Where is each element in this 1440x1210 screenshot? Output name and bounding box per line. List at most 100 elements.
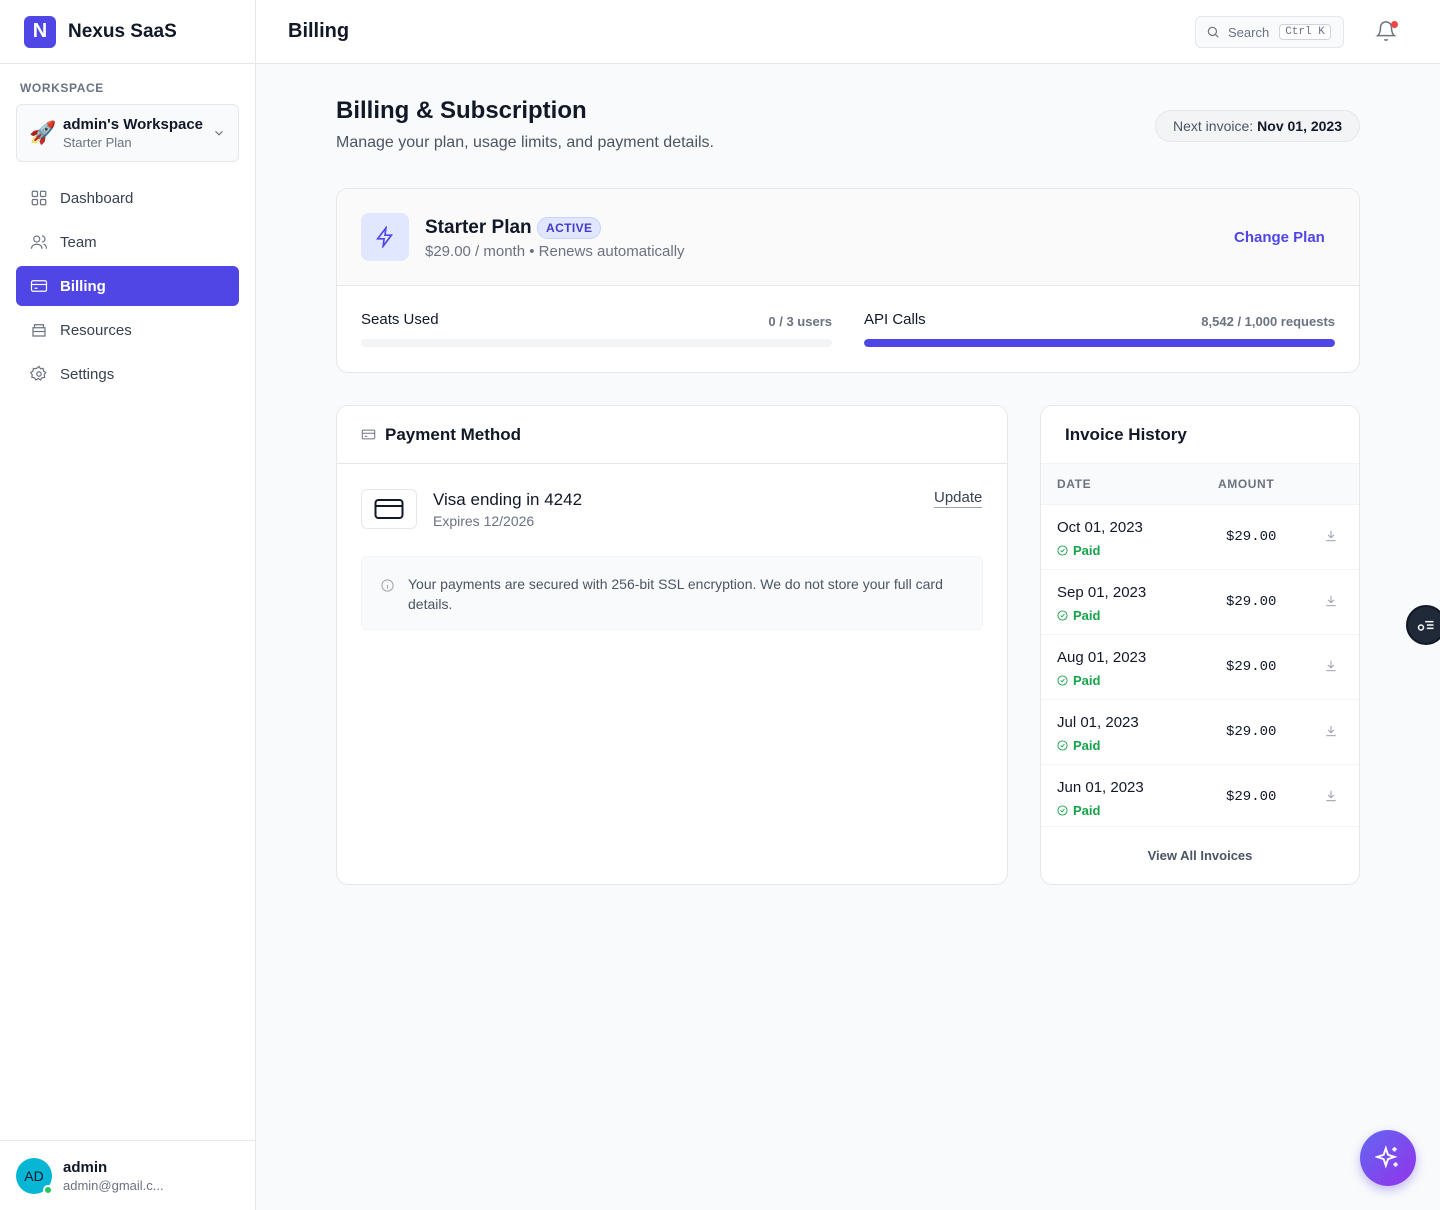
- status-badge: Paid: [1057, 803, 1100, 818]
- sidebar: N Nexus SaaS WORKSPACE 🚀 admin's Workspa…: [0, 0, 256, 1210]
- users-icon: [30, 235, 48, 249]
- sidebar-item-resources[interactable]: Resources: [16, 310, 239, 350]
- avatar: AD: [16, 1157, 53, 1195]
- notification-dot: [1391, 21, 1398, 28]
- sparkle-icon: [1375, 1145, 1398, 1169]
- checklist-icon: [1417, 620, 1434, 631]
- page-title: Billing: [288, 20, 350, 42]
- invoice-history-card: Invoice History DATE AMOUNT Oct 01, 2023…: [1040, 405, 1360, 885]
- check-circle-icon: [1057, 545, 1068, 556]
- status-badge: Paid: [1057, 673, 1100, 688]
- avatar-initials: AD: [24, 1167, 44, 1184]
- card-title: Invoice History: [1065, 424, 1187, 444]
- invoice-status: Paid: [1073, 803, 1101, 818]
- security-note-text: Your payments are secured with 256-bit S…: [408, 576, 943, 612]
- info-icon: [381, 579, 394, 592]
- invoice-amount: $29.00: [1226, 659, 1277, 675]
- brand-name: Nexus SaaS: [68, 20, 177, 42]
- search-shortcut: Ctrl K: [1279, 24, 1331, 40]
- card-header: Payment Method: [337, 406, 1007, 464]
- sidebar-nav: Dashboard Team Billing Resources Setting…: [16, 178, 239, 398]
- invoice-amount: $29.00: [1226, 594, 1277, 610]
- check-circle-icon: [1057, 740, 1068, 751]
- usage-label: API Calls: [864, 311, 926, 328]
- online-status-dot: [43, 1184, 53, 1195]
- invoice-date: Sep 01, 2023: [1057, 584, 1147, 601]
- side-panel-toggle[interactable]: [1406, 605, 1440, 645]
- progress-bar-fill: [864, 339, 1335, 347]
- sidebar-item-team[interactable]: Team: [16, 222, 239, 262]
- search-label: Search: [1228, 24, 1270, 40]
- card-header: Invoice History: [1041, 406, 1359, 464]
- download-button[interactable]: [1324, 724, 1338, 738]
- billing-heading: Billing & Subscription: [336, 97, 587, 124]
- status-badge: Paid: [1057, 543, 1100, 558]
- user-email: admin@gmail.c...: [63, 1177, 164, 1193]
- rocket-icon: 🚀: [29, 120, 57, 145]
- change-plan-button[interactable]: Change Plan: [1234, 229, 1325, 246]
- download-icon: [1326, 595, 1336, 607]
- invoice-date: Aug 01, 2023: [1057, 649, 1147, 666]
- invoice-status: Paid: [1073, 608, 1101, 623]
- sidebar-item-billing[interactable]: Billing: [16, 266, 239, 306]
- invoice-amount: $29.00: [1226, 529, 1277, 545]
- card-title: Payment Method: [385, 424, 522, 444]
- sidebar-item-label: Resources: [60, 321, 132, 339]
- update-card-button[interactable]: Update: [934, 489, 983, 508]
- progress-bar: [864, 339, 1335, 347]
- credit-card-icon: [361, 489, 417, 529]
- status-badge: Paid: [1057, 738, 1100, 753]
- usage-value: 0 / 3 users: [768, 314, 832, 329]
- column-header-amount: AMOUNT: [1218, 477, 1275, 491]
- invoice-date: Jul 01, 2023: [1057, 714, 1139, 731]
- view-all-invoices-link[interactable]: View All Invoices: [1041, 826, 1359, 884]
- credit-card-icon: [30, 280, 48, 292]
- sidebar-item-label: Billing: [60, 277, 106, 295]
- lightning-icon: [361, 213, 409, 261]
- workspace-section-label: WORKSPACE: [20, 81, 104, 95]
- user-name: admin: [63, 1158, 108, 1176]
- invoice-date: Oct 01, 2023: [1057, 519, 1143, 536]
- brand[interactable]: N Nexus SaaS: [0, 0, 255, 64]
- card-name: Visa ending in 4242: [433, 490, 583, 509]
- workspace-plan: Starter Plan: [63, 135, 132, 150]
- download-icon: [1326, 530, 1336, 542]
- check-circle-icon: [1057, 805, 1068, 816]
- workspace-switcher[interactable]: 🚀 admin's Workspace Starter Plan: [16, 104, 239, 162]
- grid-icon: [31, 190, 47, 206]
- invoice-amount: $29.00: [1226, 724, 1277, 740]
- download-button[interactable]: [1324, 594, 1338, 608]
- usage-value: 8,542 / 1,000 requests: [1201, 314, 1335, 329]
- download-button[interactable]: [1324, 659, 1338, 673]
- next-invoice-label: Next invoice:: [1173, 118, 1254, 134]
- search-button[interactable]: Search Ctrl K: [1195, 16, 1344, 48]
- user-profile[interactable]: AD admin admin@gmail.c...: [0, 1140, 255, 1210]
- status-badge: Paid: [1057, 608, 1100, 623]
- download-button[interactable]: [1324, 789, 1338, 803]
- table-header: DATE AMOUNT: [1041, 464, 1359, 504]
- notifications-button[interactable]: [1375, 20, 1399, 44]
- credit-card-icon: [361, 429, 376, 440]
- plan-summary: Starter Plan ACTIVE $29.00 / month • Ren…: [337, 189, 1359, 286]
- usage-label: Seats Used: [361, 311, 439, 328]
- billing-subtitle: Manage your plan, usage limits, and paym…: [336, 134, 714, 151]
- invoice-status: Paid: [1073, 543, 1101, 558]
- plan-price: $29.00 / month • Renews automatically: [425, 243, 685, 260]
- invoice-date: Jun 01, 2023: [1057, 779, 1144, 796]
- download-icon: [1326, 725, 1336, 737]
- sidebar-item-settings[interactable]: Settings: [16, 354, 239, 394]
- download-button[interactable]: [1324, 529, 1338, 543]
- chevron-down-icon: [215, 130, 223, 136]
- brand-logo: N: [24, 15, 56, 48]
- sidebar-item-dashboard[interactable]: Dashboard: [16, 178, 239, 218]
- top-bar: Billing Search Ctrl K: [256, 0, 1440, 64]
- sidebar-item-label: Dashboard: [60, 189, 134, 207]
- box-icon: [32, 324, 46, 337]
- search-icon: [1207, 26, 1219, 38]
- security-note: Your payments are secured with 256-bit S…: [361, 556, 983, 630]
- column-header-date: DATE: [1057, 477, 1092, 491]
- check-circle-icon: [1057, 610, 1068, 621]
- ai-assistant-button[interactable]: [1360, 1130, 1416, 1186]
- next-invoice-date: Nov 01, 2023: [1257, 118, 1342, 134]
- gear-icon: [30, 365, 47, 381]
